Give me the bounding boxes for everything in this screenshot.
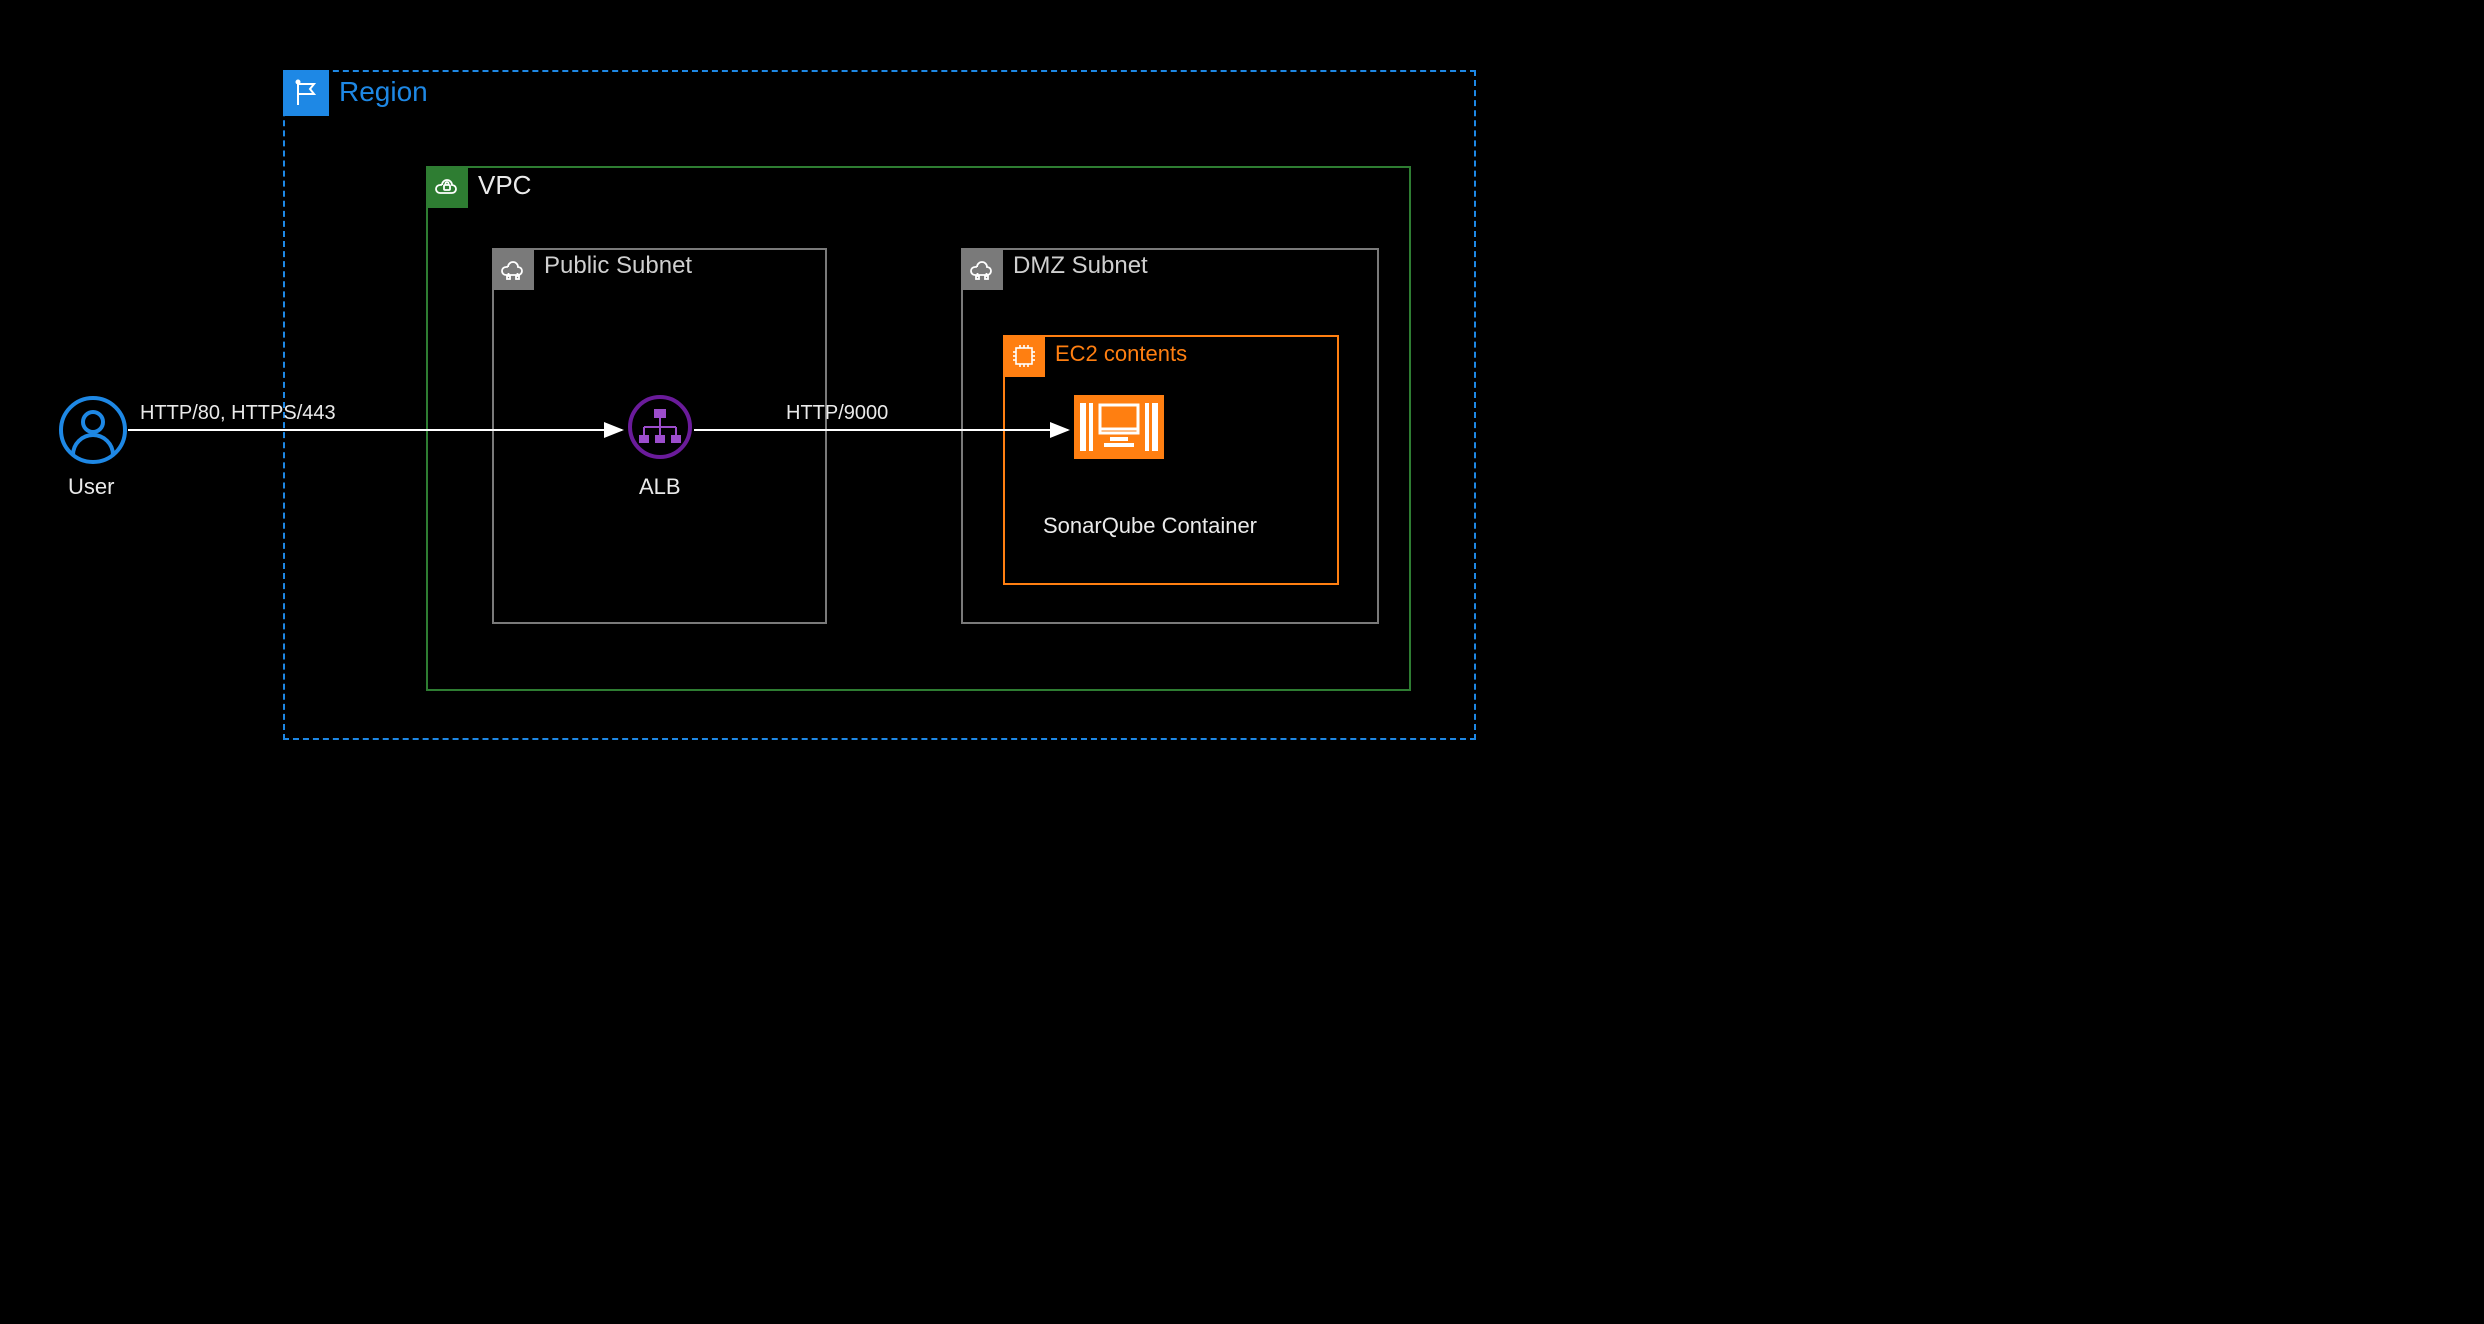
diagram-canvas: Region VPC Public Subnet	[0, 0, 1548, 825]
container-label: SonarQube Container	[1020, 513, 1280, 539]
vpc-label: VPC	[478, 170, 531, 201]
vpc-icon	[426, 166, 468, 208]
alb-icon	[628, 395, 692, 464]
ec2-label: EC2 contents	[1055, 341, 1187, 367]
public-subnet-icon	[492, 248, 534, 290]
dmz-subnet-icon	[961, 248, 1003, 290]
ec2-icon	[1003, 335, 1045, 377]
public-subnet-label: Public Subnet	[544, 252, 692, 280]
container-icon	[1074, 395, 1164, 464]
arrow1-label: HTTP/80, HTTPS/443	[140, 402, 336, 425]
dmz-subnet-label: DMZ Subnet	[1013, 252, 1148, 280]
region-label: Region	[339, 76, 428, 108]
user-icon	[58, 395, 128, 470]
alb-label: ALB	[639, 474, 681, 500]
arrow2-label: HTTP/9000	[786, 402, 888, 425]
user-label: User	[68, 474, 114, 500]
region-icon	[283, 70, 329, 116]
ec2-box: EC2 contents	[1003, 335, 1339, 585]
